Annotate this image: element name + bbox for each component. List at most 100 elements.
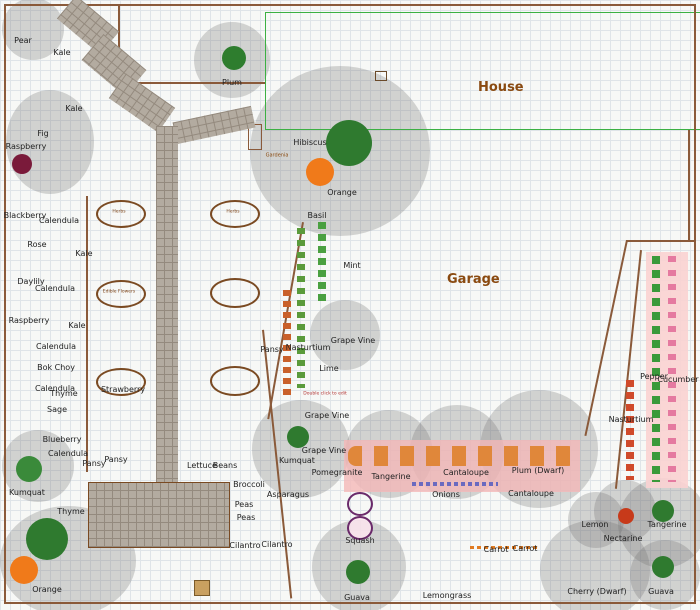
label-beans: Beans: [212, 461, 238, 470]
label-thyme-2: Thyme: [57, 507, 85, 516]
label-broccoli: Broccoli: [233, 480, 265, 489]
label-pomegranite: Pomegranite: [311, 468, 363, 477]
label-raspberry-1: Raspberry: [5, 142, 47, 151]
label-kale-4: Kale: [68, 321, 86, 330]
squash-bed-1[interactable]: [347, 492, 373, 516]
label-calendula-1: Calendula: [39, 216, 79, 225]
guava-right-tree-icon: [652, 556, 674, 578]
orange-bottom-fruit-icon: [10, 556, 38, 584]
label-carrot-1: Carrot: [483, 545, 509, 554]
label-lemongrass: Lemongrass: [422, 591, 472, 600]
label-calendula-3: Calendula: [36, 342, 76, 351]
label-grape-vine-2: Grape Vine: [304, 411, 350, 420]
label-cherry: Cherry (Dwarf): [567, 587, 627, 596]
label-rose: Rose: [27, 240, 47, 249]
tangerine-right-tree-icon: [652, 500, 674, 522]
label-onions: Onions: [432, 490, 460, 499]
basil-row: [297, 228, 305, 388]
label-pansy-2: Pansy: [104, 455, 128, 464]
label-calendula-5: Calendula: [48, 449, 88, 458]
nectarine-tree-icon: [618, 508, 634, 524]
label-guava-bottom: Guava: [344, 593, 370, 602]
label-plum-dwarf: Plum (Dwarf): [511, 466, 565, 475]
canopy-lime: [310, 300, 380, 370]
label-kale-3: Kale: [75, 249, 93, 258]
label-mint: Mint: [343, 261, 361, 270]
kumquat-tree-icon: [16, 456, 42, 482]
label-pansy-3: Pansy: [260, 345, 284, 354]
label-orange-top: Orange: [327, 188, 357, 197]
label-fig: Fig: [37, 129, 49, 138]
garage-right-wall: [688, 130, 690, 240]
plum-tree-icon: [222, 46, 246, 70]
bed-oval-6[interactable]: [210, 366, 260, 396]
cucumber-row-2: [668, 256, 676, 482]
cucumber-row: [652, 256, 660, 482]
label-bok-choy: Bok Choy: [37, 363, 75, 372]
label-nasturtium-1: Nasturtium: [285, 343, 331, 352]
melon-marks: [348, 446, 576, 466]
label-cucumber: Cucumber: [657, 375, 699, 384]
garden-boundary-left: [86, 196, 88, 472]
onions-row: [412, 482, 498, 486]
label-cilantro-1: Cilantro: [229, 541, 261, 550]
house-label: House: [478, 80, 524, 95]
label-tangerine-right: Tangerine: [647, 520, 687, 529]
herbs-bed-1-label: Herbs: [112, 209, 126, 215]
orange-fruit-icon: [306, 158, 334, 186]
label-plum: Plum: [222, 78, 242, 87]
orange-bottom-tree-icon: [26, 518, 68, 560]
herbs-bed-2-label: Herbs: [226, 209, 240, 215]
label-sage: Sage: [47, 405, 67, 414]
garage-label: Garage: [447, 272, 500, 287]
label-blueberry: Blueberry: [42, 435, 82, 444]
label-kumquat-left: Kumquat: [9, 488, 45, 497]
label-daylily: Daylily: [17, 277, 45, 286]
label-grape-vine-3: Grape Vine: [301, 446, 347, 455]
label-peas-2: Peas: [236, 513, 256, 522]
label-lime: Lime: [319, 364, 339, 373]
label-nasturtium-2: Nasturtium: [608, 415, 654, 424]
compost-bin: [375, 71, 387, 81]
label-grape-vine-1: Grape Vine: [330, 336, 376, 345]
label-guava-right: Guava: [648, 587, 674, 596]
label-kale-1: Kale: [53, 48, 71, 57]
patio-bed: [88, 482, 230, 548]
orange-tree-icon: [326, 120, 372, 166]
label-kumquat-center: Kumquat: [279, 456, 315, 465]
label-squash: Squash: [345, 536, 375, 545]
bed-oval-4[interactable]: [210, 278, 260, 308]
label-thyme-1: Thyme: [50, 389, 78, 398]
gate-marker: [194, 580, 210, 596]
label-cantaloupe-1: Cantaloupe: [443, 468, 489, 477]
label-kale-2: Kale: [65, 104, 83, 113]
fig-tree-icon: [12, 154, 32, 174]
path-branch: [172, 105, 256, 145]
kumquat-center-tree-icon: [287, 426, 309, 448]
label-peas-1: Peas: [234, 500, 254, 509]
label-gardenia: Gardenia: [265, 152, 289, 159]
label-cantaloupe-2: Cantaloupe: [508, 489, 554, 498]
label-pansy-1: Pansy: [82, 459, 106, 468]
fence-right: [694, 4, 696, 604]
mint-row: [318, 222, 326, 302]
fence-left: [4, 4, 6, 604]
label-calendula-2: Calendula: [35, 284, 75, 293]
label-orange-bottom: Orange: [32, 585, 62, 594]
label-cilantro-2: Cilantro: [261, 540, 293, 549]
right-bed-top: [626, 240, 696, 242]
right-bed-line-1: [584, 240, 628, 437]
garden-plan-canvas[interactable]: House Garage Herbs Herbs Edible Flowers: [0, 0, 700, 610]
fence-bottom: [4, 602, 696, 604]
label-double-click: Double click to edit: [303, 391, 347, 397]
label-lemon: Lemon: [581, 520, 609, 529]
fence-top: [4, 4, 696, 6]
edible-flowers-label: Edible Flowers: [102, 289, 136, 295]
pepper-row: [626, 380, 634, 480]
guava-bottom-tree-icon: [346, 560, 370, 584]
label-raspberry-2: Raspberry: [8, 316, 50, 325]
label-asparagus: Asparagus: [266, 490, 310, 499]
label-pear: Pear: [14, 36, 32, 45]
house-outline[interactable]: [265, 12, 700, 130]
label-carrot-2: Carrot: [512, 544, 538, 553]
